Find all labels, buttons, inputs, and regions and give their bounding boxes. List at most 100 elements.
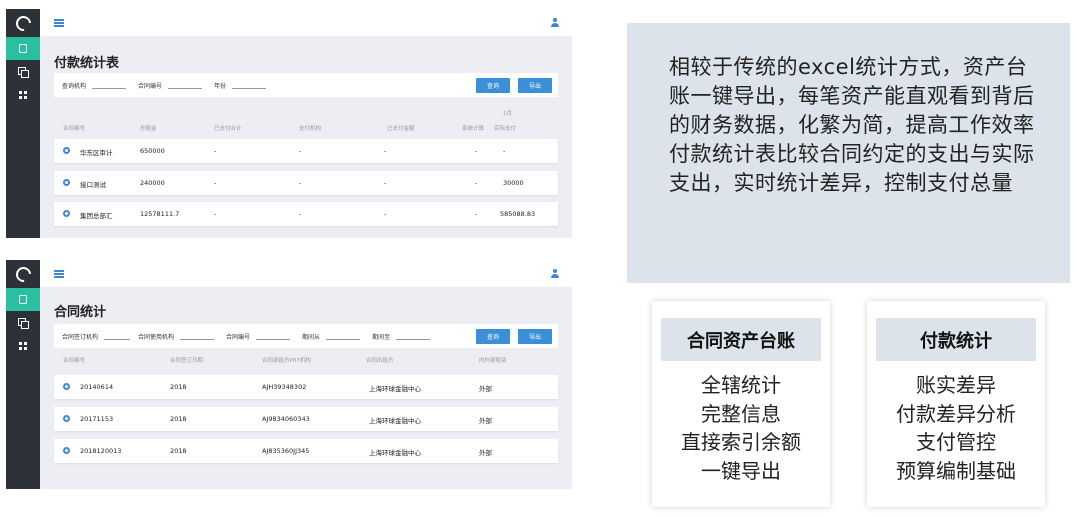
row-radio-icon[interactable] xyxy=(63,383,70,390)
search-button[interactable]: 查询 xyxy=(476,328,510,344)
feature-list: 账实差异 付款差异分析 支付管控 预算编制基础 xyxy=(867,371,1045,485)
sidebar xyxy=(6,9,40,238)
nav-document-icon[interactable] xyxy=(6,288,40,311)
filter-input[interactable] xyxy=(326,332,361,340)
table-cell: 上海环球金融中心 xyxy=(369,385,421,393)
filter-bar: 合同签订机构 合同使用机构 合同编号 期间从 期间至 查询 导出 xyxy=(54,324,558,348)
sidebar xyxy=(6,260,40,489)
user-icon[interactable] xyxy=(550,17,560,28)
user-icon[interactable] xyxy=(550,268,560,279)
row-radio-icon[interactable] xyxy=(63,210,70,217)
column-header: 内外部租赁 xyxy=(479,358,507,364)
search-button[interactable]: 查询 xyxy=(476,77,510,93)
table-cell: - xyxy=(384,179,387,187)
table-cell: - xyxy=(384,147,387,155)
filter-label: 年份 xyxy=(214,82,227,90)
main-area: 合同统计 合同签订机构 合同使用机构 合同编号 期间从 期间至 查询 导出 合同… xyxy=(40,260,572,489)
table-cell: - xyxy=(214,179,217,187)
table-row[interactable]: 接口测试 240000 - - - - 30000 xyxy=(54,171,558,195)
table-cell: AJ835360JJ345 xyxy=(262,447,310,455)
row-radio-icon[interactable] xyxy=(63,147,70,154)
app-logo xyxy=(6,260,40,288)
table-cell: - xyxy=(214,147,217,155)
description-paragraph: 付款统计表比较合同约定的支出与实际支出，实时统计差异，控制支付总量 xyxy=(669,142,1035,195)
table-cell: AJ9834060343 xyxy=(262,415,310,423)
row-radio-icon[interactable] xyxy=(63,415,70,422)
column-header: 合同出租方 xyxy=(366,358,394,364)
table-cell: 2018 xyxy=(170,415,187,423)
table-cell: - xyxy=(299,179,302,187)
filter-input[interactable] xyxy=(104,332,131,340)
feature-item: 付款差异分析 xyxy=(896,401,1016,426)
table-row[interactable]: 2018120013 2018 AJ835360JJ345 上海环球金融中心 外… xyxy=(54,439,558,463)
filter-label: 合同使用机构 xyxy=(138,333,175,341)
filter-label: 查询机构 xyxy=(62,82,87,90)
table-cell: 20140614 xyxy=(80,383,114,391)
payment-stats-screenshot: 付款统计表 查询机构 合同编号 年份 查询 导出 1月 合同编号 总租金 已支付… xyxy=(6,9,572,238)
description-panel: 相较于传统的excel统计方式，资产台账一键导出，每笔资产能直观看到背后的财务数… xyxy=(627,23,1070,283)
table-cell: 2018120013 xyxy=(80,447,122,455)
feature-item: 账实差异 xyxy=(916,373,996,397)
nav-grid-icon[interactable] xyxy=(6,83,40,106)
table-cell: 接口测试 xyxy=(80,181,106,189)
column-header: 支付机构 xyxy=(299,126,322,132)
table-cell: - xyxy=(475,210,478,218)
contract-stats-screenshot: 合同统计 合同签订机构 合同使用机构 合同编号 期间从 期间至 查询 导出 合同… xyxy=(6,260,572,489)
page-title: 合同统计 xyxy=(54,305,107,320)
filter-input[interactable] xyxy=(232,81,267,89)
column-header: 实际支付 xyxy=(494,126,517,132)
nav-grid-icon[interactable] xyxy=(6,334,40,357)
table-cell: 20171153 xyxy=(80,415,114,423)
export-button[interactable]: 导出 xyxy=(518,328,552,344)
table-cell: 12578111.7 xyxy=(140,210,180,218)
table-cell: 集团总部汇 xyxy=(80,212,113,220)
table-cell: 上海环球金融中心 xyxy=(369,417,421,425)
filter-input[interactable] xyxy=(168,81,203,89)
nav-document-icon[interactable] xyxy=(6,37,40,60)
row-radio-icon[interactable] xyxy=(63,447,70,454)
description-paragraph: 相较于传统的excel统计方式，资产台账一键导出，每笔资产能直观看到背后的财务数… xyxy=(669,55,1035,137)
table-row[interactable]: 20171153 2018 AJ9834060343 上海环球金融中心 外部 xyxy=(54,407,558,431)
menu-icon[interactable] xyxy=(54,18,64,27)
column-header: 系统计算 xyxy=(462,126,485,132)
filter-input[interactable] xyxy=(180,332,215,340)
table-row[interactable]: 20140614 2018 AJH39348302 上海环球金融中心 外部 xyxy=(54,375,558,399)
feature-item: 直接索引余额 xyxy=(681,430,801,454)
column-header: 合同承租方P07机构 xyxy=(262,358,311,364)
card-title: 付款统计 xyxy=(876,318,1036,361)
table-cell: 华东区审计 xyxy=(80,149,113,157)
nav-copy-icon[interactable] xyxy=(6,60,40,83)
table-cell: 外部 xyxy=(479,385,492,393)
feature-card-payment-stats: 付款统计 账实差异 付款差异分析 支付管控 预算编制基础 xyxy=(867,301,1045,507)
table-row[interactable]: 华东区审计 650000 - - - - - xyxy=(54,139,558,163)
feature-item: 全辖统计 xyxy=(701,373,781,397)
column-header: 已支付合计 xyxy=(214,126,242,132)
table-cell: AJH39348302 xyxy=(262,383,307,391)
feature-item: 支付管控 xyxy=(916,430,996,454)
topbar xyxy=(40,260,572,287)
row-radio-icon[interactable] xyxy=(63,179,70,186)
table-cell: 外部 xyxy=(479,449,492,457)
table-cell: - xyxy=(503,147,506,155)
topbar xyxy=(40,9,572,36)
table-cell: - xyxy=(475,179,478,187)
page-title: 付款统计表 xyxy=(54,56,120,71)
table-cell: 650000 xyxy=(140,147,165,155)
table-row[interactable]: 集团总部汇 12578111.7 - - - - 585088.83 xyxy=(54,202,558,226)
table-header: 1月 合同编号 总租金 已支付合计 支付机构 已支付金额 系统计算 实际支付 xyxy=(54,109,558,139)
filter-label: 合同签订机构 xyxy=(62,333,99,341)
filter-bar: 查询机构 合同编号 年份 查询 导出 xyxy=(54,73,558,97)
table-cell: 240000 xyxy=(140,179,165,187)
filter-input[interactable] xyxy=(92,81,127,89)
feature-item: 预算编制基础 xyxy=(896,458,1016,483)
feature-item: 完整信息 xyxy=(701,401,781,426)
table-cell: 2018 xyxy=(170,447,187,455)
nav-copy-icon[interactable] xyxy=(6,311,40,334)
menu-icon[interactable] xyxy=(54,269,64,278)
table-cell: - xyxy=(299,210,302,218)
main-area: 付款统计表 查询机构 合同编号 年份 查询 导出 1月 合同编号 总租金 已支付… xyxy=(40,9,572,238)
filter-input[interactable] xyxy=(256,332,291,340)
export-button[interactable]: 导出 xyxy=(518,77,552,93)
app-logo xyxy=(6,9,40,37)
filter-input[interactable] xyxy=(396,332,431,340)
